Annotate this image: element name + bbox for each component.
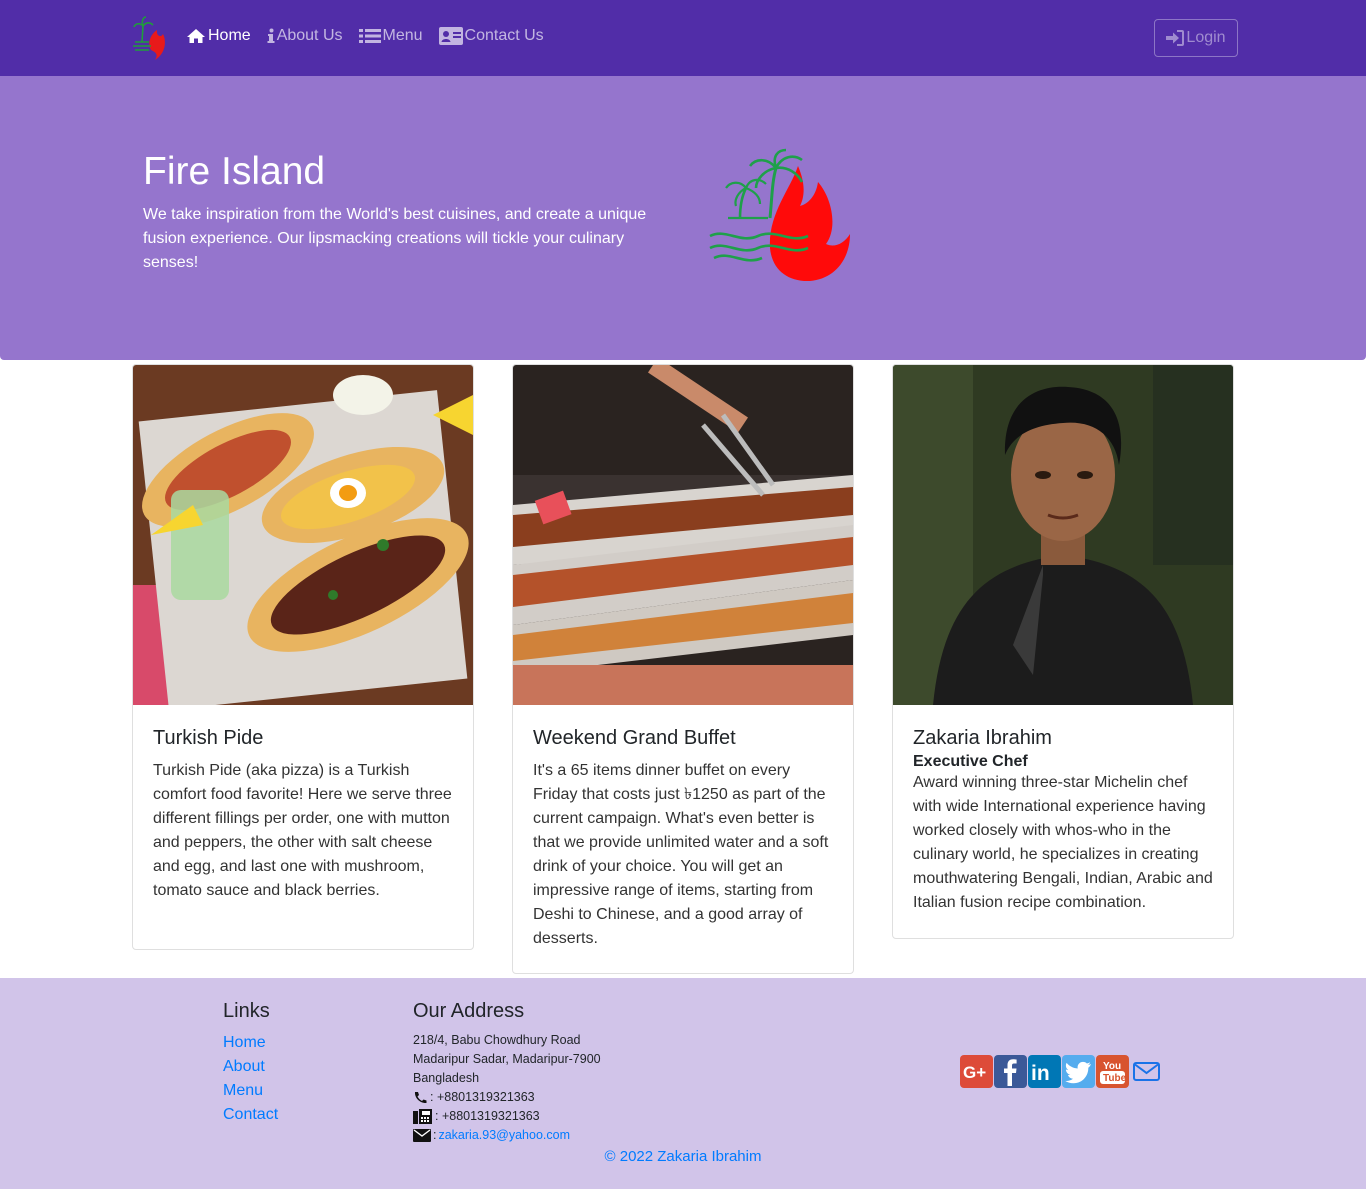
info-icon <box>267 28 275 43</box>
email-prefix: : <box>433 1128 437 1142</box>
card-weekend-buffet: Weekend Grand Buffet It's a 65 items din… <box>512 364 854 974</box>
svg-text:Tube: Tube <box>1103 1073 1127 1084</box>
list-icon <box>358 29 381 43</box>
nav-home[interactable]: Home <box>186 27 251 45</box>
brand-logo[interactable] <box>129 12 173 62</box>
navbar: Home About Us Menu Contact Us Login <box>0 0 1366 76</box>
footer-links: Home About Menu Contact <box>223 1031 278 1127</box>
login-button[interactable]: Login <box>1154 19 1238 57</box>
card-body: Turkish Pide Turkish Pide (aka pizza) is… <box>133 705 473 923</box>
google-plus-icon[interactable]: G+ <box>960 1055 993 1088</box>
phone-row: : +8801319321363 <box>413 1088 601 1107</box>
copyright: © 2022 Zakaria Ibrahim <box>604 1148 762 1165</box>
email-link[interactable]: zakaria.93@yahoo.com <box>438 1126 570 1145</box>
turkish-pide-image <box>133 365 473 705</box>
sign-in-icon <box>1166 30 1185 46</box>
fax-number: : +8801319321363 <box>435 1109 540 1123</box>
nav-menu-label: Menu <box>382 27 423 44</box>
linkedin-icon[interactable]: in <box>1028 1055 1061 1088</box>
home-icon <box>187 29 205 43</box>
card-text: Award winning three-star Michelin chef w… <box>913 774 1213 911</box>
login-label: Login <box>1186 29 1226 46</box>
phone-icon <box>414 1092 427 1104</box>
fax-icon <box>413 1109 432 1124</box>
nav-menu[interactable]: Menu <box>358 27 423 45</box>
nav-contact[interactable]: Contact Us <box>438 27 544 45</box>
card-title: Turkish Pide <box>153 727 264 749</box>
chef-photo <box>893 365 1233 705</box>
card-title: Weekend Grand Buffet <box>533 727 736 749</box>
card-subtitle: Executive Chef <box>913 753 1028 770</box>
nav-about-label: About Us <box>276 27 343 44</box>
nav-contact-label: Contact Us <box>464 27 544 44</box>
address-line: 218/4, Babu Chowdhury Road <box>413 1033 581 1047</box>
footer-link-contact[interactable]: Contact <box>223 1103 278 1127</box>
svg-text:G+: G+ <box>963 1063 986 1082</box>
footer: Links Home About Menu Contact Our Addres… <box>0 978 1366 1189</box>
card-text: It's a 65 items dinner buffet on every F… <box>533 762 829 947</box>
card-text: Turkish Pide (aka pizza) is a Turkish co… <box>153 762 452 899</box>
footer-link-about[interactable]: About <box>223 1055 278 1079</box>
card-body: Zakaria Ibrahim Executive Chef Award win… <box>893 705 1233 935</box>
card-body: Weekend Grand Buffet It's a 65 items din… <box>513 705 853 971</box>
fax-row: : +8801319321363 <box>413 1107 601 1126</box>
nav-home-label: Home <box>208 27 251 44</box>
twitter-icon[interactable] <box>1062 1055 1095 1088</box>
card-turkish-pide: Turkish Pide Turkish Pide (aka pizza) is… <box>132 364 474 950</box>
jumbotron-text: We take inspiration from the World's bes… <box>143 206 647 271</box>
buffet-image <box>513 365 853 705</box>
address-line: Bangladesh <box>413 1071 480 1085</box>
address-card-icon <box>438 27 463 45</box>
svg-text:in: in <box>1031 1062 1050 1085</box>
links-heading: Links <box>223 1000 270 1022</box>
phone-number: : +8801319321363 <box>430 1090 535 1104</box>
address-line: Madaripur Sadar, Madaripur-7900 <box>413 1052 601 1066</box>
footer-link-home[interactable]: Home <box>223 1031 278 1055</box>
nav-about[interactable]: About Us <box>267 27 343 45</box>
card-title: Zakaria Ibrahim <box>913 727 1052 749</box>
address-heading: Our Address <box>413 1000 525 1022</box>
envelope-icon <box>413 1129 431 1142</box>
jumbotron: Fire Island We take inspiration from the… <box>0 76 1366 360</box>
facebook-icon[interactable] <box>994 1055 1027 1088</box>
svg-text:You: You <box>1103 1061 1121 1072</box>
page-title: Fire Island <box>143 150 326 193</box>
mail-icon[interactable] <box>1130 1055 1163 1088</box>
address: 218/4, Babu Chowdhury Road Madaripur Sad… <box>413 1031 601 1145</box>
card-chef: Zakaria Ibrahim Executive Chef Award win… <box>892 364 1234 939</box>
social-links: G+ in You Tube <box>960 1055 1163 1088</box>
youtube-icon[interactable]: You Tube <box>1096 1055 1129 1088</box>
email-row: : zakaria.93@yahoo.com <box>413 1126 601 1145</box>
footer-link-menu[interactable]: Menu <box>223 1079 278 1103</box>
restaurant-logo <box>709 148 850 282</box>
